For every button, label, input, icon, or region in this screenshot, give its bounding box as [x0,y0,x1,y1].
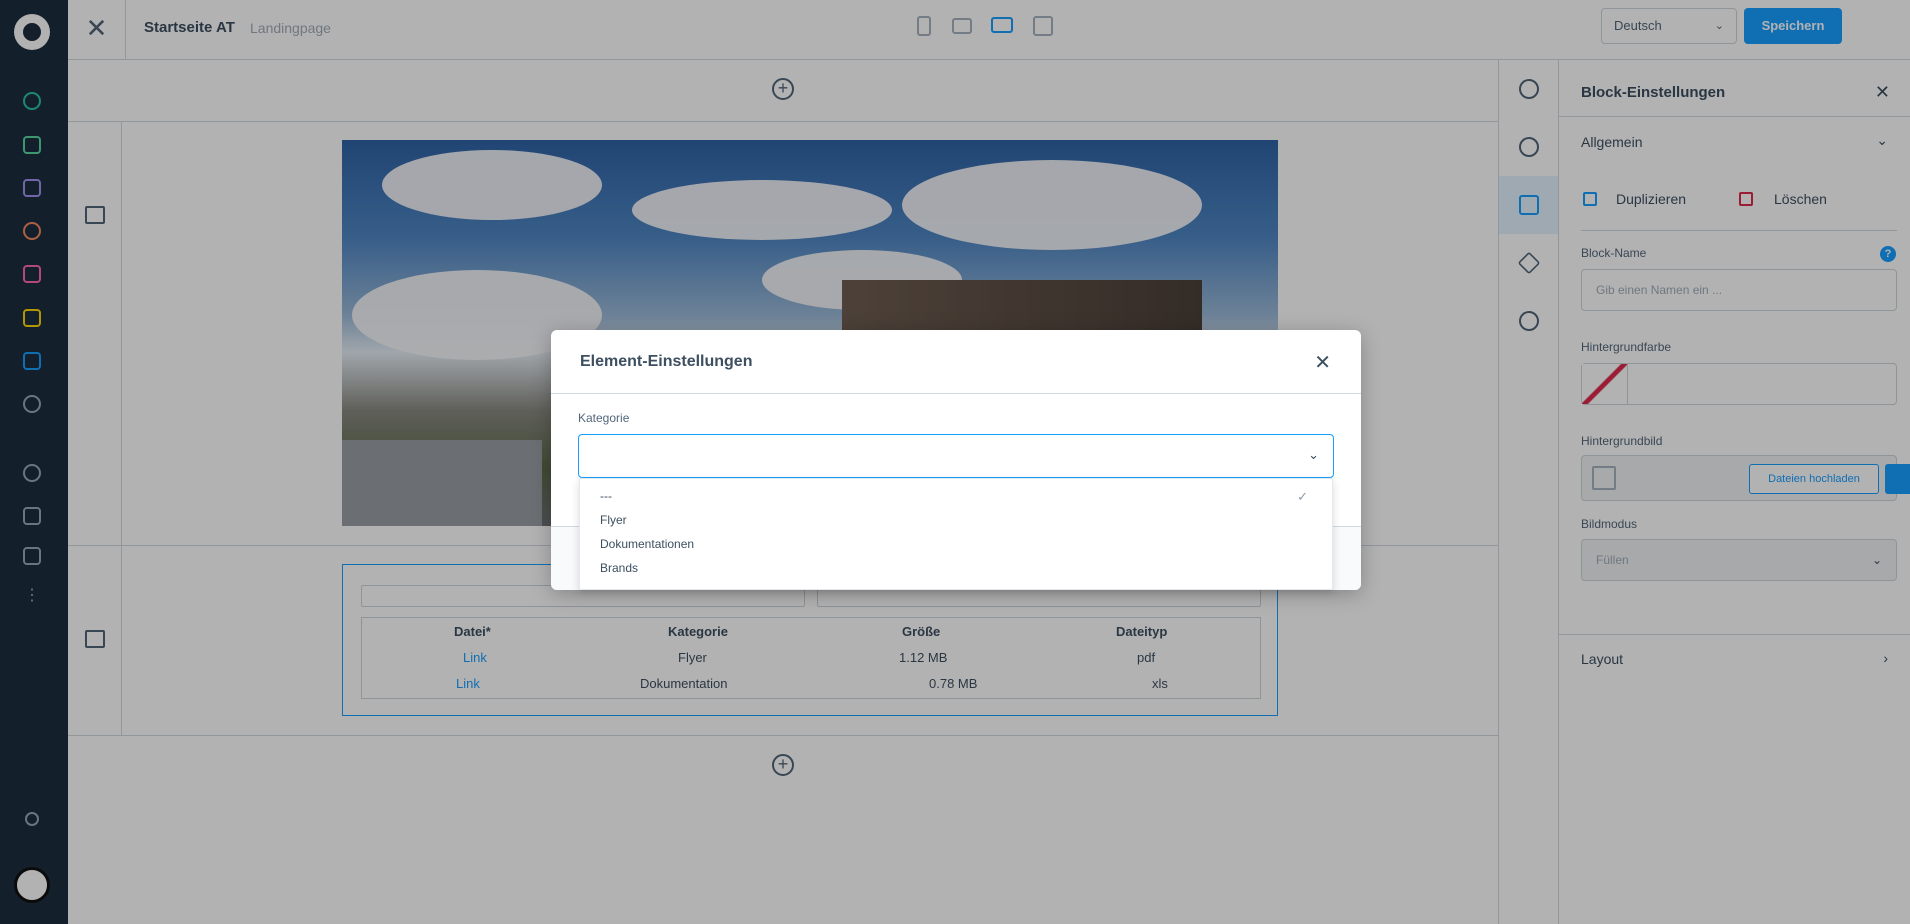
category-label: Kategorie [578,411,630,425]
category-select[interactable]: ⌄ [578,434,1334,478]
modal-header: Element-Einstellungen ✕ [551,330,1361,394]
dropdown-option[interactable]: --- [600,489,612,503]
chevron-down-icon: ⌄ [1308,447,1319,462]
modal-title: Element-Einstellungen [580,353,753,370]
dropdown-option[interactable]: Brands [600,561,638,575]
category-dropdown: --- ✓ Flyer Dokumentationen Brands [579,478,1333,590]
dropdown-option[interactable]: Flyer [600,513,627,527]
checkmark-icon: ✓ [1297,489,1308,504]
dropdown-option[interactable]: Dokumentationen [600,537,694,551]
close-modal-icon[interactable]: ✕ [1314,350,1331,375]
